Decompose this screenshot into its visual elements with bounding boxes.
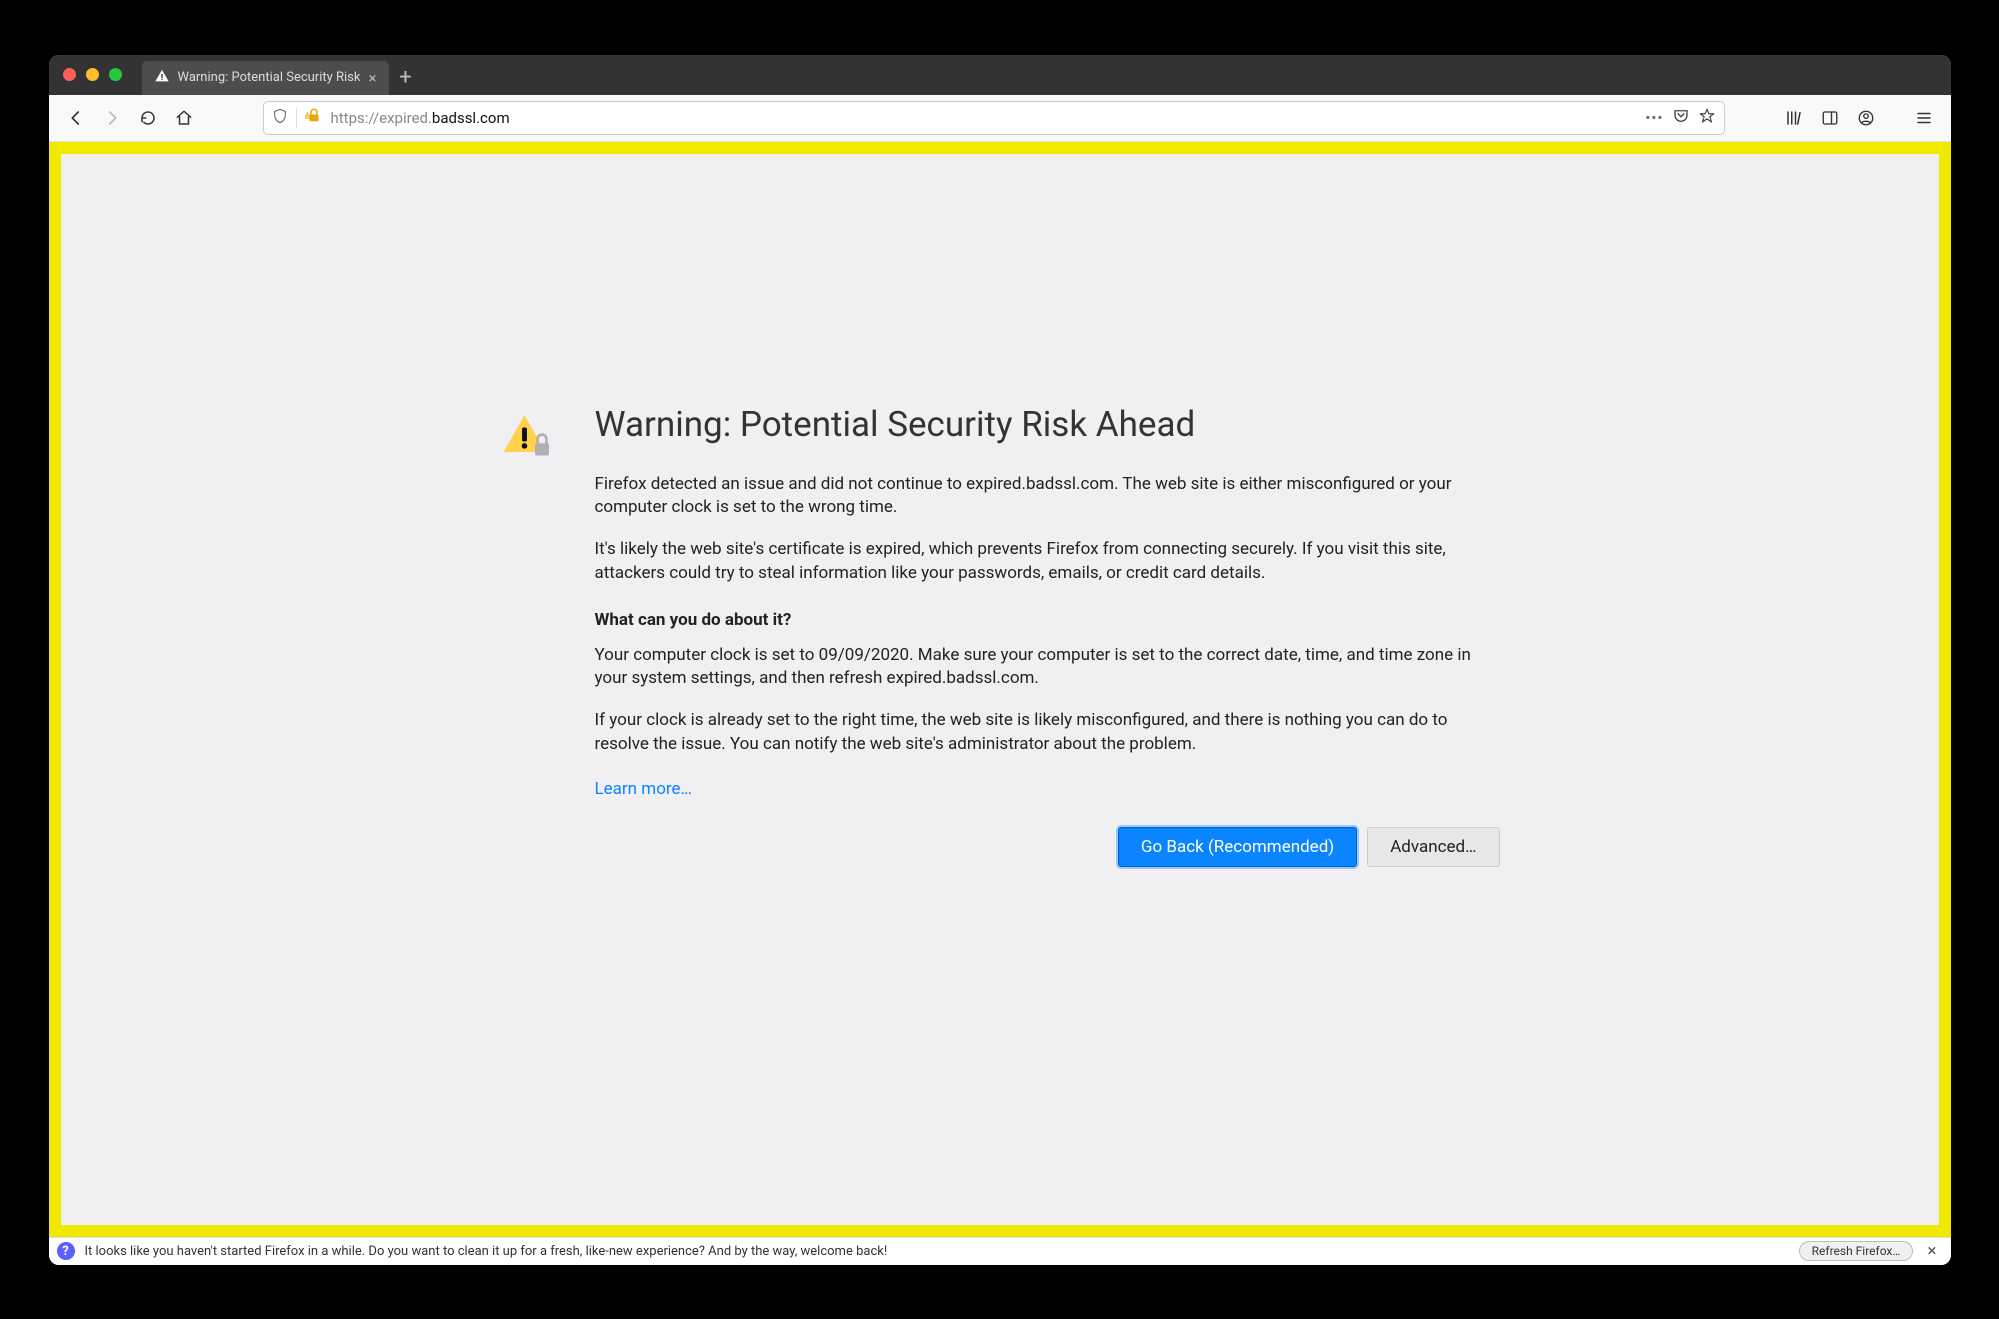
- notification-close-button[interactable]: ×: [1923, 1241, 1940, 1261]
- page-content: Warning: Potential Security Risk Ahead F…: [61, 154, 1939, 1225]
- url-sub: expired.: [379, 109, 432, 127]
- account-icon[interactable]: [1849, 101, 1883, 135]
- back-button[interactable]: [59, 101, 93, 135]
- bookmark-icon[interactable]: [1698, 107, 1716, 129]
- menu-icon[interactable]: [1907, 101, 1941, 135]
- warning-icon: [154, 68, 170, 88]
- home-button[interactable]: [167, 101, 201, 135]
- new-tab-button[interactable]: +: [389, 61, 423, 95]
- learn-more-link[interactable]: Learn more…: [595, 779, 692, 799]
- notification-message: It looks like you haven't started Firefo…: [85, 1244, 1789, 1259]
- sidebar-icon[interactable]: [1813, 101, 1847, 135]
- tab-title: Warning: Potential Security Risk: [178, 70, 361, 85]
- url-prefix: https://: [331, 109, 380, 127]
- go-back-button[interactable]: Go Back (Recommended): [1118, 827, 1357, 867]
- error-paragraph-1: Firefox detected an issue and did not co…: [595, 473, 1500, 521]
- question-icon: ?: [57, 1242, 75, 1260]
- notification-bar: ? It looks like you haven't started Fire…: [49, 1237, 1951, 1265]
- reload-button[interactable]: [131, 101, 165, 135]
- library-icon[interactable]: [1777, 101, 1811, 135]
- page-frame: Warning: Potential Security Risk Ahead F…: [49, 142, 1951, 1237]
- tab-close-button[interactable]: ×: [368, 69, 376, 87]
- browser-window: Warning: Potential Security Risk × +: [49, 55, 1951, 1265]
- url-host: badssl.com: [432, 109, 510, 127]
- page-actions-icon[interactable]: •••: [1645, 109, 1663, 127]
- shield-icon[interactable]: [272, 108, 288, 128]
- right-toolbar-icons: [1777, 101, 1941, 135]
- error-body: Warning: Potential Security Risk Ahead F…: [595, 404, 1500, 867]
- error-paragraph-3: Your computer clock is set to 09/09/2020…: [595, 644, 1500, 692]
- error-container: Warning: Potential Security Risk Ahead F…: [500, 154, 1500, 867]
- url-text: https://expired.badssl.com: [331, 109, 1638, 127]
- error-icon: [500, 404, 565, 867]
- error-paragraph-4: If your clock is already set to the righ…: [595, 709, 1500, 757]
- tab-active[interactable]: Warning: Potential Security Risk ×: [142, 61, 389, 95]
- error-paragraph-2: It's likely the web site's certificate i…: [595, 538, 1500, 586]
- window-close-button[interactable]: [63, 68, 76, 81]
- refresh-firefox-button[interactable]: Refresh Firefox…: [1799, 1241, 1914, 1261]
- titlebar: Warning: Potential Security Risk × +: [49, 55, 1951, 95]
- error-title: Warning: Potential Security Risk Ahead: [595, 404, 1500, 445]
- separator: [296, 108, 297, 128]
- window-minimize-button[interactable]: [86, 68, 99, 81]
- window-maximize-button[interactable]: [109, 68, 122, 81]
- button-row: Go Back (Recommended) Advanced…: [595, 827, 1500, 867]
- advanced-button[interactable]: Advanced…: [1367, 827, 1499, 867]
- lock-warning-icon[interactable]: [305, 107, 323, 129]
- window-buttons: [63, 68, 122, 81]
- url-bar[interactable]: https://expired.badssl.com •••: [263, 101, 1725, 135]
- error-subheading: What can you do about it?: [595, 610, 1500, 630]
- forward-button: [95, 101, 129, 135]
- nav-toolbar: https://expired.badssl.com •••: [49, 95, 1951, 142]
- tab-strip: Warning: Potential Security Risk × +: [142, 55, 423, 95]
- pocket-icon[interactable]: [1672, 107, 1690, 129]
